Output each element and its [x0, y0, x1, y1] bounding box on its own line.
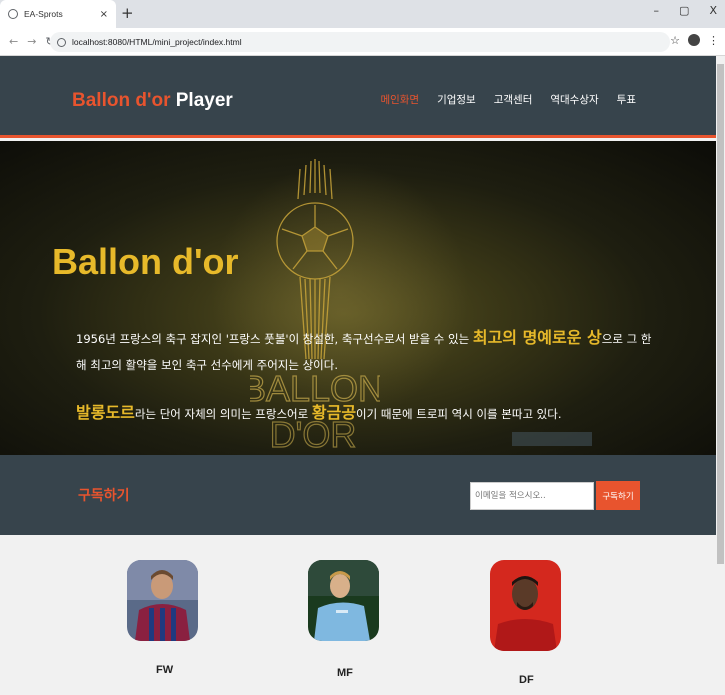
player-position-df: DF	[519, 674, 534, 686]
new-tab-button[interactable]: +	[121, 4, 134, 22]
email-input[interactable]	[470, 482, 594, 510]
page-scrollbar-thumb[interactable]	[717, 64, 724, 564]
window-controls: – ▢ X	[654, 4, 717, 17]
subscribe-button[interactable]: 구독하기	[596, 481, 640, 510]
main-nav: 메인화면 기업정보 고객센터 역대수상자 투표	[380, 92, 636, 107]
logo-text-ballon: Ballon d'or	[72, 90, 176, 111]
hero-banner: BALLON D'OR Ballon d'or 1956년 프랑스의 축구 잡지…	[0, 141, 716, 455]
browser-tab[interactable]: EA-Sprots ×	[0, 0, 116, 28]
close-tab-icon[interactable]: ×	[100, 9, 108, 20]
url-text: localhost:8080/HTML/mini_project/index.h…	[72, 37, 242, 47]
minimize-button[interactable]: –	[654, 4, 660, 17]
subscribe-title: 구독하기	[78, 488, 130, 504]
nav-item-home[interactable]: 메인화면	[380, 92, 419, 107]
menu-dots-icon[interactable]: ⋮	[708, 34, 719, 47]
site-header: Ballon d'or Player 메인화면 기업정보 고객센터 역대수상자 …	[0, 56, 716, 138]
player-position-mf: MF	[337, 667, 353, 679]
hero-caption-box	[512, 432, 592, 446]
hero-p1-highlight: 최고의 명예로운 상	[472, 328, 602, 347]
url-field[interactable]: localhost:8080/HTML/mini_project/index.h…	[50, 32, 670, 52]
nav-item-vote[interactable]: 투표	[617, 92, 636, 107]
logo-text-player: Player	[175, 90, 233, 111]
hero-p2-highlight-1: 발롱도르	[76, 403, 135, 422]
profile-avatar-icon[interactable]	[688, 34, 700, 46]
hero-paragraph-1: 1956년 프랑스의 축구 잡지인 '프랑스 풋볼'이 창설한, 축구선수로서 …	[76, 325, 656, 378]
player-photo-fw[interactable]	[127, 560, 198, 641]
hero-p2-text-2: 이기 때문에 트로피 역시 이를 본따고 있다.	[356, 407, 562, 421]
info-icon[interactable]	[57, 37, 66, 47]
close-window-button[interactable]: X	[709, 4, 717, 17]
hero-p2-highlight-2: 황금공	[311, 403, 357, 422]
back-arrow-icon[interactable]: ←	[9, 35, 18, 48]
tab-title: EA-Sprots	[24, 9, 63, 19]
nav-item-company[interactable]: 기업정보	[437, 92, 476, 107]
globe-icon	[8, 9, 18, 19]
subscribe-section: 구독하기 구독하기	[0, 455, 716, 535]
site-logo[interactable]: Ballon d'or Player	[72, 90, 233, 112]
nav-item-support[interactable]: 고객센터	[494, 92, 533, 107]
player-photo-df[interactable]	[490, 560, 561, 651]
players-section: FW MF DF	[0, 535, 716, 695]
address-bar: ← → ↻ localhost:8080/HTML/mini_project/i…	[0, 28, 725, 56]
forward-arrow-icon[interactable]: →	[27, 35, 36, 48]
address-bar-actions: ☆ ⋮	[670, 34, 719, 47]
hero-title: Ballon d'or	[52, 241, 239, 282]
browser-tab-bar: EA-Sprots × + – ▢ X	[0, 0, 725, 28]
player-position-fw: FW	[156, 664, 174, 676]
maximize-button[interactable]: ▢	[679, 4, 689, 17]
bookmark-star-icon[interactable]: ☆	[670, 34, 680, 47]
hero-p1-text-1: 1956년 프랑스의 축구 잡지인 '프랑스 풋볼'이 창설한, 축구선수로서 …	[76, 332, 473, 346]
hero-p2-text-1: 라는 단어 자체의 의미는 프랑스어로	[134, 407, 312, 421]
nav-item-winners[interactable]: 역대수상자	[550, 92, 598, 107]
hero-paragraph-2: 발롱도르라는 단어 자체의 의미는 프랑스어로 황금공이기 때문에 트로피 역시…	[76, 399, 656, 423]
player-photo-mf[interactable]	[308, 560, 379, 641]
